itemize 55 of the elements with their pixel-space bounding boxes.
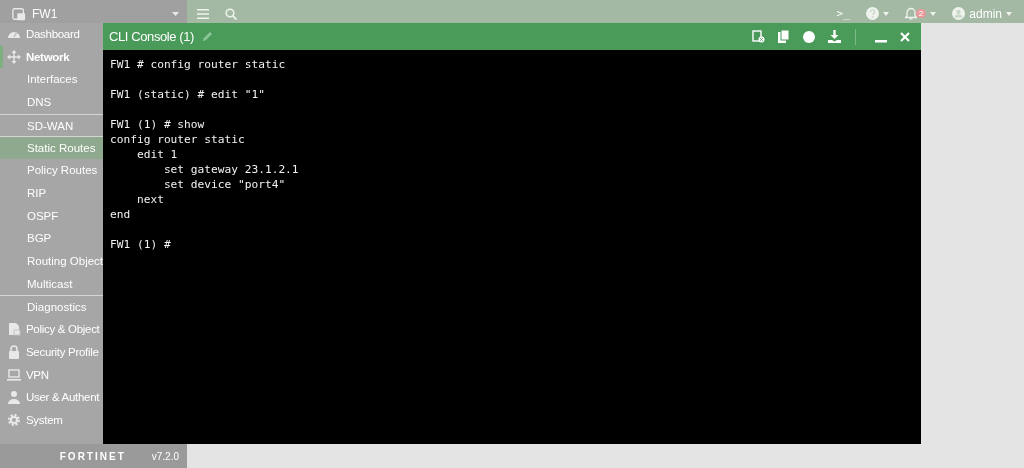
clear-icon[interactable] — [752, 30, 765, 43]
terminal-line: FW1 (static) # edit "1" — [110, 87, 266, 102]
device-name: FW1 — [32, 6, 59, 21]
terminal-line: config router static — [110, 132, 246, 147]
menu-icon[interactable] — [197, 8, 209, 19]
record-icon[interactable] — [803, 30, 815, 43]
sidebar-subitem[interactable]: BGP — [0, 227, 103, 250]
terminal-line: FW1 # config router static — [110, 57, 287, 72]
move-arrows-icon — [7, 50, 21, 65]
sidebar-item[interactable]: User & Authent — [0, 386, 103, 409]
laptop-icon — [7, 367, 21, 382]
download-icon[interactable] — [828, 30, 841, 43]
sidebar-subitem[interactable]: Policy Routes — [0, 159, 103, 182]
bell-icon[interactable] — [904, 7, 917, 20]
sidebar-item[interactable]: VPN — [0, 363, 103, 386]
lock-icon — [7, 344, 21, 359]
sidebar-subitem[interactable]: Routing Object — [0, 249, 103, 273]
terminal-line: FW1 (1) # show — [110, 117, 206, 132]
terminal-line: end — [110, 207, 132, 222]
sidebar-subitem[interactable]: DNS — [0, 91, 103, 114]
caret-icon — [1006, 11, 1012, 16]
sidebar-item[interactable]: Policy & Object — [0, 317, 103, 341]
caret-icon — [172, 11, 179, 16]
pencil-icon[interactable] — [202, 31, 214, 42]
sidebar-subitem[interactable]: RIP — [0, 181, 103, 205]
help-icon[interactable] — [865, 7, 879, 20]
terminal-line: set gateway 23.1.2.1 — [162, 162, 300, 177]
caret-icon — [930, 11, 937, 16]
sidebar-subitem[interactable]: OSPF — [0, 204, 103, 228]
sidebar-subitem[interactable]: Multicast — [0, 272, 103, 296]
copy-icon[interactable] — [778, 30, 790, 43]
user-avatar-icon — [952, 7, 966, 20]
sidebar-subitem[interactable]: Interfaces — [0, 68, 103, 92]
close-icon[interactable] — [900, 31, 910, 42]
search-icon[interactable] — [225, 7, 237, 20]
terminal-line: next — [135, 192, 165, 207]
firewall-icon — [12, 6, 26, 21]
settings-icon — [7, 413, 21, 428]
caret-icon — [882, 11, 889, 16]
window-title: CLI Console (1) — [109, 29, 195, 44]
terminal-line: edit 1 — [135, 147, 179, 162]
sidebar-subitem[interactable]: Static Routes — [0, 136, 103, 160]
sidebar-item[interactable]: Dashboard — [0, 23, 103, 46]
terminal-line: FW1 (1) # — [110, 237, 172, 252]
document-icon — [7, 322, 21, 337]
sidebar-item[interactable]: System — [0, 408, 103, 432]
version-label: v7.2.0 — [151, 450, 179, 462]
terminal-line: set device "port4" — [162, 177, 287, 192]
user-menu[interactable]: admin — [969, 6, 1002, 21]
cli-button[interactable]: >_ — [836, 7, 850, 20]
brand-logo: FORTINET — [59, 450, 126, 462]
sidebar-item[interactable]: Security Profile — [0, 340, 103, 364]
user-icon — [7, 390, 21, 405]
notification-badge: 2 — [915, 9, 927, 18]
device-selector[interactable]: FW1 — [0, 0, 187, 23]
